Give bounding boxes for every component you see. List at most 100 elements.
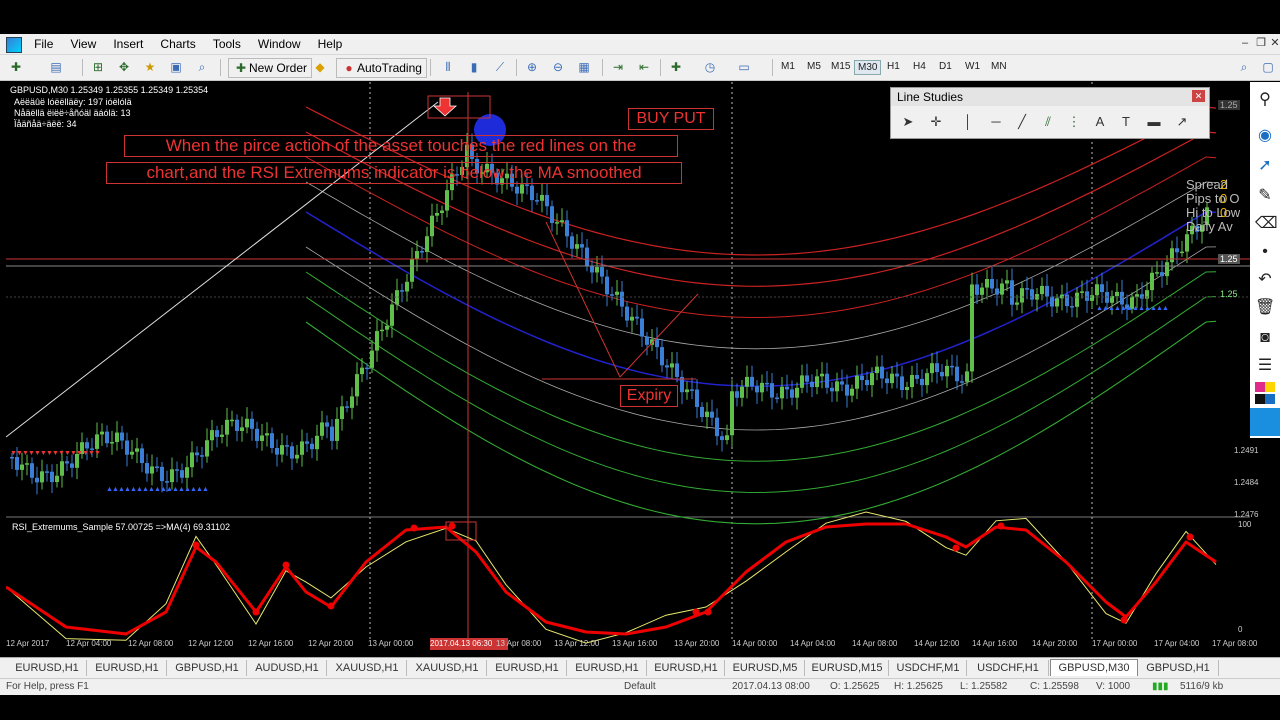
horizontal-line-icon[interactable]: ─ [987,113,1005,131]
candle-body [355,374,359,397]
cursor-icon[interactable]: ➤ [899,113,917,131]
color-swatch-magenta[interactable] [1255,382,1265,392]
autotrading-button[interactable]: ● AutoTrading [336,58,427,78]
candle-body [790,389,794,398]
terminal-button[interactable]: ▣ [168,58,184,76]
candlestick-button[interactable]: ▮ [466,58,482,76]
chart-tab[interactable]: EURUSD,H1 [488,660,567,676]
menu-view[interactable]: View [63,34,103,54]
camera-icon[interactable]: ◙ [1255,328,1275,348]
annotation-buy-put[interactable]: BUY PUT [628,108,714,130]
color-swatch-cyan[interactable] [1250,408,1280,436]
minimize-icon[interactable]: – [1238,37,1252,49]
restore-icon[interactable]: ❐ [1254,37,1268,49]
menu-file[interactable]: File [27,34,60,54]
line-chart-button[interactable]: ⟋ [492,58,508,76]
annotation-text-1[interactable]: When the pirce action of the asset touch… [124,135,678,157]
timeframe-h1[interactable]: H1 [884,60,903,73]
new-order-button[interactable]: ✚ New Order [228,58,313,78]
chart-tab[interactable]: EURUSD,M5 [726,660,805,676]
candle-body [225,419,229,435]
close-icon[interactable]: ✕ [1268,37,1280,49]
bar-chart-button[interactable]: ⫴ [440,58,456,76]
navigator-button[interactable]: ★ [142,58,158,76]
candle-body [785,386,789,390]
timeframe-mn[interactable]: MN [988,60,1010,73]
chat-button[interactable]: ▢ [1260,58,1276,76]
templates-button[interactable]: ▭ [736,58,752,76]
trendline-icon[interactable]: ╱ [1013,113,1031,131]
timeframe-m5[interactable]: M5 [804,60,824,73]
channel-icon[interactable]: ⫽ [1039,113,1057,131]
dot-icon[interactable]: • [1255,242,1275,262]
annotation-text-2[interactable]: chart,and the RSI Extremums indicator is… [106,162,682,184]
close-icon[interactable]: ✕ [1192,90,1205,102]
pin-icon[interactable]: ⚲ [1255,90,1275,110]
timeframe-d1[interactable]: D1 [936,60,955,73]
chart-tab[interactable]: EURUSD,H1 [8,660,87,676]
chart-tab[interactable]: EURUSD,H1 [568,660,647,676]
menu-window[interactable]: Window [251,34,308,54]
tile-windows-button[interactable]: ▦ [576,58,592,76]
autoscroll-button[interactable]: ⇥ [610,58,626,76]
candle-body [780,386,784,399]
menu-tools[interactable]: Tools [206,34,248,54]
chart-tab[interactable]: XAUUSD,H1 [408,660,487,676]
vertical-line-icon[interactable]: │ [959,113,977,131]
chart-tab[interactable]: EURUSD,M15 [806,660,889,676]
candle-body [540,194,544,201]
info-line: Nåäëllä ëiëë÷åñóäl äáólä: 13 [14,108,131,118]
chart-tab[interactable]: USDCHF,H1 [968,660,1049,676]
new-chart-button[interactable]: ✚ [8,58,24,76]
pencil-icon[interactable]: ✎ [1255,186,1275,206]
text-icon[interactable]: A [1091,113,1109,131]
tester-button[interactable]: ⌕ [194,58,210,76]
zoom-out-button[interactable]: ⊖ [550,58,566,76]
list-icon[interactable]: ☰ [1255,356,1275,376]
chart-tab[interactable]: AUDUSD,H1 [248,660,327,676]
fibonacci-icon[interactable]: ⋮ [1065,113,1083,131]
timeframe-w1[interactable]: W1 [962,60,983,73]
undo-icon[interactable]: ↶ [1255,270,1275,290]
chart-shift-button[interactable]: ⇤ [636,58,652,76]
annotation-expiry[interactable]: Expiry [620,385,678,407]
line-studies-toolbar[interactable]: Line Studies ✕ ➤ ✛ │ ─ ╱ ⫽ ⋮ A T ▬ ↗ [890,87,1210,139]
chart-tab[interactable]: EURUSD,H1 [648,660,725,676]
time-axis-label: 17 Apr 04:00 [1154,639,1200,648]
label-icon[interactable]: ▬ [1145,113,1163,131]
chart-tab[interactable]: GBPUSD,M30 [1050,659,1138,676]
chart-tab[interactable]: GBPUSD,H1 [1138,660,1219,676]
chart-tab[interactable]: EURUSD,H1 [88,660,167,676]
menu-charts[interactable]: Charts [153,34,202,54]
timeframe-m30[interactable]: M30 [854,60,882,75]
timeframe-h4[interactable]: H4 [910,60,929,73]
text-label-icon[interactable]: T [1117,113,1135,131]
candle-body [1045,285,1049,297]
profiles-button[interactable]: ▤ [48,58,64,76]
cursor-icon[interactable]: ➚ [1255,156,1275,176]
data-window-button[interactable]: ✥ [116,58,132,76]
color-swatch-yellow[interactable] [1265,382,1275,392]
search-button[interactable]: ⌕ [1236,58,1252,76]
arrows-icon[interactable]: ↗ [1173,113,1191,131]
timeframe-m1[interactable]: M1 [778,60,798,73]
periods-button[interactable]: ◷ [702,58,718,76]
color-swatch-blue[interactable] [1265,394,1275,404]
chart-tab[interactable]: USDCHF,M1 [890,660,967,676]
indicators-button[interactable]: ✚ [668,58,684,76]
crosshair-icon[interactable]: ✛ [927,113,945,131]
chart-window[interactable]: ▼ ▼ ▼ ▼ ▼ ▼ ▼ ▼ ▼ ▼ ▼ ▼ ▼ ▼ ▼ ▲ ▲ ▲ ▲ ▲ ▲ ▲ ▲ ▲ ▲ ▲ ▲ ▲ ▲ ▲ ▲ ▲ ▲ ▲ ▲ ▲ ▲ ▲ ▲ ▲… [6,82,1258,654]
menu-help[interactable]: Help [311,34,350,54]
eye-icon[interactable]: ◉ [1255,126,1275,146]
market-watch-button[interactable]: ⊞ [90,58,106,76]
timeframe-m15[interactable]: M15 [828,60,853,73]
menu-insert[interactable]: Insert [106,34,150,54]
chart-tab[interactable]: XAUUSD,H1 [328,660,407,676]
trash-icon[interactable]: 🗑 [1255,298,1275,318]
metaeditor-button[interactable]: ◆ [312,58,328,76]
zoom-in-button[interactable]: ⊕ [524,58,540,76]
chart-tab[interactable]: GBPUSD,H1 [168,660,247,676]
eraser-icon[interactable]: ⌫ [1255,214,1278,234]
color-swatch-black[interactable] [1255,394,1265,404]
candle-body [900,376,904,391]
